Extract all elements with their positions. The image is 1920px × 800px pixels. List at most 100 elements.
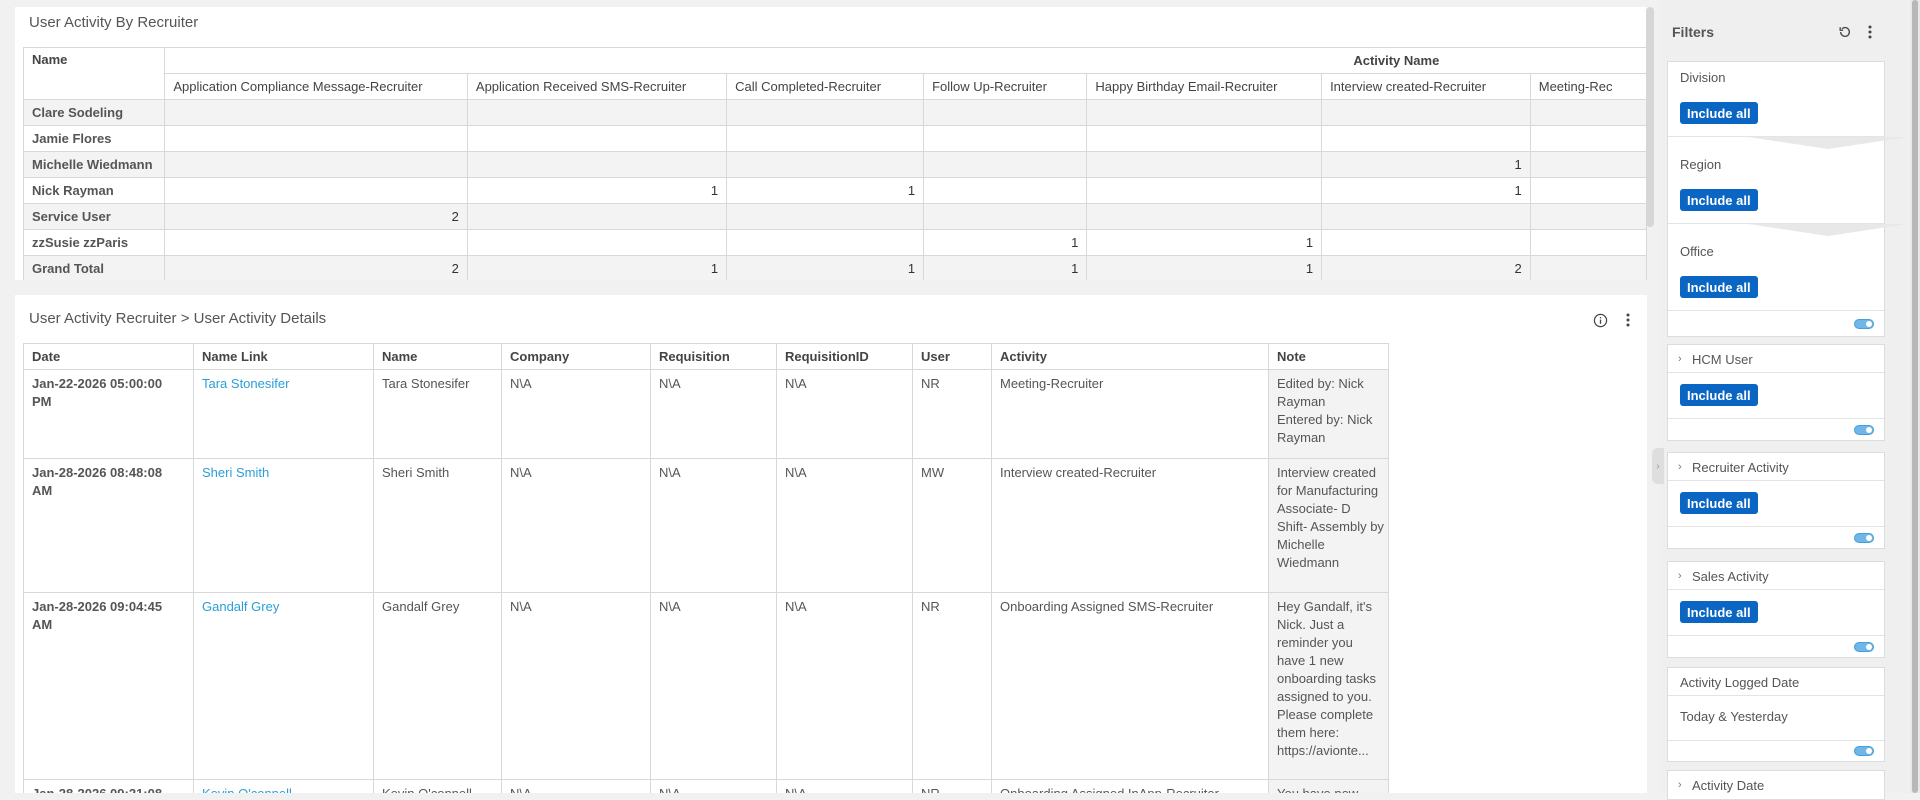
details-cell-company: N\A (501, 592, 651, 780)
activity-logged-date-filter-card: Activity Logged Date Today & Yesterday (1667, 667, 1885, 762)
details-column-header[interactable]: User (912, 343, 992, 370)
details-column-header[interactable]: Name (373, 343, 502, 370)
chevron-right-icon[interactable]: › (1678, 353, 1682, 365)
details-cell-company: N\A (501, 779, 651, 793)
main-scrollbar[interactable] (1646, 7, 1654, 227)
sales-activity-toggle[interactable] (1854, 642, 1874, 652)
pivot-cell (1321, 125, 1531, 152)
pivot-cell (466, 99, 728, 126)
details-cell-name: Sheri Smith (373, 458, 502, 593)
pivot-cell (923, 151, 1088, 178)
recruiter-activity-include-all-button[interactable]: Include all (1680, 492, 1758, 514)
division-include-all-button[interactable]: Include all (1680, 102, 1758, 124)
pivot-cell: 1 (1321, 177, 1531, 204)
details-header-row: Date Name Link Name Company Requisition Requi… (23, 343, 1389, 370)
pivot-cell (1529, 177, 1647, 204)
pivot-row: Nick Rayman 1 1 1 (22, 177, 1647, 204)
filters-sidebar: Filters Division Include all Region Incl… (1660, 0, 1908, 800)
pivot-cell (466, 151, 728, 178)
pivot-column-header[interactable]: Happy Birthday Email-Recruiter (1086, 73, 1323, 100)
details-column-header[interactable]: Name Link (193, 343, 374, 370)
details-cell-activity: Onboarding Assigned SMS-Recruiter (991, 592, 1269, 780)
recruiter-activity-toggle[interactable] (1854, 533, 1874, 543)
pivot-row-name: zzSusie zzParis (22, 229, 166, 256)
region-include-all-button[interactable]: Include all (1680, 189, 1758, 211)
pivot-cell (1321, 229, 1531, 256)
activity-logged-date-value[interactable]: Today & Yesterday (1680, 709, 1788, 724)
details-cell-user: NR (912, 592, 992, 780)
chevron-right-icon[interactable]: › (1678, 779, 1682, 791)
details-column-header[interactable]: Requisition (650, 343, 777, 370)
pivot-column-header[interactable]: Follow Up-Recruiter (923, 73, 1088, 100)
details-cell-name-link[interactable]: Sheri Smith (193, 458, 374, 593)
pivot-row-header: Name (22, 47, 166, 100)
pivot-cell: 2 (164, 255, 468, 280)
info-icon[interactable] (1591, 311, 1609, 329)
details-cell-note: Edited by: Nick Rayman Entered by: Nick … (1268, 369, 1389, 459)
pivot-cell (1529, 151, 1647, 178)
details-row[interactable]: Jan-28-2026 08:48:08 AM Sheri Smith Sheri … (23, 458, 1389, 593)
note-text: You have new (1277, 785, 1384, 793)
details-column-header[interactable]: RequisitionID (776, 343, 913, 370)
pivot-column-header[interactable]: Call Completed-Recruiter (726, 73, 925, 100)
activity-logged-date-label: Activity Logged Date (1680, 675, 1800, 690)
pivot-column-header[interactable]: Interview created-Recruiter (1321, 73, 1531, 100)
pivot-cell: 1 (726, 177, 925, 204)
pivot-row-name: Grand Total (22, 255, 166, 280)
pivot-row: Michelle Wiedmann 1 (22, 151, 1647, 178)
details-cell-user: MW (912, 458, 992, 593)
pivot-cell (726, 125, 925, 152)
pivot-cell (923, 203, 1088, 230)
pivot-cell (164, 125, 468, 152)
details-cell-note: You have new (1268, 779, 1389, 793)
details-cell-date: Jan-28-2026 09:21:08 AM (23, 779, 194, 793)
chevron-right-icon[interactable]: › (1678, 461, 1682, 473)
details-column-header[interactable]: Note (1268, 343, 1389, 370)
note-text: Interview created for Manufacturing Asso… (1277, 465, 1384, 570)
details-row[interactable]: Jan-28-2026 09:21:08 AMKevin O'connellKe… (23, 779, 1389, 793)
pivot-cell (726, 151, 925, 178)
geo-filter-toggle[interactable] (1854, 319, 1874, 329)
hcm-user-toggle[interactable] (1854, 425, 1874, 435)
details-column-header[interactable]: Activity (991, 343, 1269, 370)
collapse-sidebar-handle[interactable]: › (1652, 448, 1664, 484)
pivot-cell (164, 151, 468, 178)
chevron-right-icon[interactable]: › (1678, 570, 1682, 582)
pivot-cell (1086, 203, 1323, 230)
details-cell-name-link[interactable]: Kevin O'connell (193, 779, 374, 793)
recruiter-activity-label: Recruiter Activity (1692, 460, 1789, 475)
pivot-row-name: Michelle Wiedmann (22, 151, 166, 178)
pivot-cell (923, 177, 1088, 204)
details-column-header[interactable]: Company (501, 343, 651, 370)
details-cell-name-link[interactable]: Gandalf Grey (193, 592, 374, 780)
details-cell-date: Jan-28-2026 08:48:08 AM (23, 458, 194, 593)
office-label: Office (1680, 244, 1714, 259)
geo-filter-card: Division Include all Region Include all … (1667, 61, 1908, 337)
pivot-column-header[interactable]: Application Received SMS-Recruiter (466, 73, 728, 100)
reset-icon[interactable] (1836, 23, 1854, 41)
office-include-all-button[interactable]: Include all (1680, 276, 1758, 298)
page-scrollbar-thumb[interactable] (1912, 0, 1918, 793)
pivot-row: zzSusie zzParis 1 1 (22, 229, 1647, 256)
activity-logged-date-toggle[interactable] (1854, 746, 1874, 756)
details-row[interactable]: Jan-22-2026 05:00:00 PM Tara Stonesifer Ta… (23, 369, 1389, 459)
details-cell-name: Kevin O'connell (373, 779, 502, 793)
more-vertical-icon[interactable] (1619, 311, 1637, 329)
pivot-column-header[interactable]: Application Compliance Message-Recruiter (164, 73, 468, 100)
details-row[interactable]: Jan-28-2026 09:04:45 AM Gandalf Grey Ganda… (23, 592, 1389, 780)
details-cell-user: NR (912, 779, 992, 793)
pivot-cell (726, 99, 925, 126)
pivot-cell: 1 (466, 177, 728, 204)
pivot-panel: User Activity By Recruiter Name Activity… (15, 7, 1647, 280)
details-column-header[interactable]: Date (23, 343, 194, 370)
pivot-cell (1086, 177, 1323, 204)
pivot-cell (1529, 99, 1647, 126)
hcm-user-include-all-button[interactable]: Include all (1680, 384, 1758, 406)
details-cell-name-link[interactable]: Tara Stonesifer (193, 369, 374, 459)
region-label: Region (1680, 157, 1722, 172)
more-vertical-icon[interactable] (1861, 23, 1879, 41)
details-cell-company: N\A (501, 458, 651, 593)
pivot-column-header[interactable]: Meeting-Rec (1529, 73, 1647, 100)
pivot-cell (726, 229, 925, 256)
sales-activity-include-all-button[interactable]: Include all (1680, 601, 1758, 623)
